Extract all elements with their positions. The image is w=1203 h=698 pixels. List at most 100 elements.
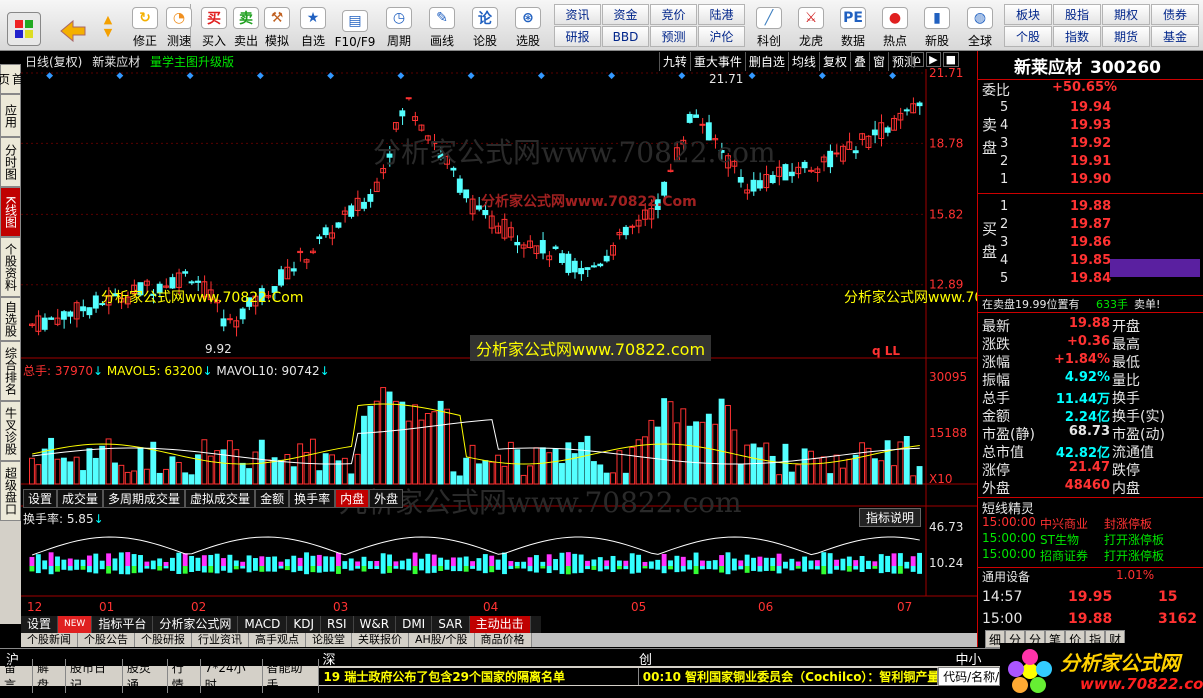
sell-level-row[interactable]: 4 19.93 [978, 118, 1203, 136]
left-tab[interactable]: 应用 [0, 94, 21, 137]
buy-level-row[interactable]: 3 19.86 [978, 235, 1203, 253]
left-tab[interactable]: 综合排名 [0, 341, 21, 401]
status-button[interactable]: 股市日记 [66, 659, 123, 693]
self-button[interactable]: ★ 自选 [294, 3, 332, 49]
quick-link[interactable]: 研报 [554, 26, 601, 47]
indicator-tab[interactable]: 主动出击 [469, 616, 531, 633]
quick-link[interactable]: 资讯 [554, 4, 601, 25]
chart-tool[interactable]: 窗 [868, 52, 888, 71]
close-icon[interactable]: ■ [942, 52, 959, 67]
market-link[interactable]: 基金 [1151, 26, 1199, 47]
up-down-button[interactable]: ▲ ▼ [94, 3, 122, 49]
chart-indicator-name[interactable]: 量学主图升级版 [150, 55, 234, 69]
volume-tab[interactable]: 金额 [255, 489, 290, 508]
back-button[interactable] [56, 3, 90, 49]
longhu-button[interactable]: ⚔ 龙虎 [791, 3, 831, 49]
left-tab[interactable]: 个股资料 [0, 237, 21, 297]
volume-tab[interactable]: 内盘 [335, 489, 370, 508]
indicator-tab[interactable]: NEW [58, 616, 93, 633]
draw-button[interactable]: ✎ 画线 [423, 3, 461, 49]
kline-chart-area[interactable]: 21.71 18.78 15.82 12.89 ◆ ◆ ◆ ◆ ◆ ◆ ◆ ◆ ◆ ◆ ◆ ◆ ◆ 21.71 9.… [21, 51, 1046, 622]
indicator-tab[interactable]: 设置 [21, 616, 59, 633]
market-link[interactable]: 指数 [1053, 26, 1101, 47]
status-button[interactable]: 留言 [0, 659, 33, 693]
kechuang-button[interactable]: ╱ 科创 [749, 3, 789, 49]
sell-level-row[interactable]: 3 19.92 [978, 136, 1203, 154]
quick-link[interactable]: 陆港 [698, 4, 745, 25]
sector-row[interactable]: 通用设备 1.01% [978, 567, 1203, 585]
pick-button[interactable]: ⊛ 选股 [509, 3, 547, 49]
indicator-help-button[interactable]: 指标说明 [859, 508, 922, 527]
data-button[interactable]: PE 数据 [833, 3, 873, 49]
quick-link[interactable]: 预测 [650, 26, 697, 47]
news-tab[interactable]: 个股公告 [78, 633, 135, 647]
sell-level-row[interactable]: 5 19.94 [978, 100, 1203, 118]
hot-button[interactable]: ● 热点 [875, 3, 915, 49]
quick-link[interactable]: BBD [602, 26, 649, 47]
market-link[interactable]: 债券 [1151, 4, 1199, 25]
status-button[interactable]: 行情 [168, 659, 201, 693]
news-ticker-1[interactable]: 19 瑞士政府公布了包含29个国家的隔离名单 [319, 667, 639, 685]
market-link[interactable]: 板块 [1004, 4, 1052, 25]
zx-index[interactable]: 中小板 [949, 649, 1000, 687]
lunguo-button[interactable]: 论论股 [466, 3, 504, 49]
left-tab[interactable]: 超级盘口 [0, 461, 21, 521]
volume-tab[interactable]: 换手率 [289, 489, 336, 508]
indicator-tab[interactable]: 分析家公式网 [153, 616, 239, 633]
code-search-input[interactable]: 代码/名称/简拼 [938, 666, 1001, 686]
market-link[interactable]: 期货 [1102, 26, 1150, 47]
volume-tab[interactable]: 成交量 [57, 489, 104, 508]
indicator-tab[interactable]: DMI [396, 616, 433, 633]
indicator-tab[interactable]: MACD [238, 616, 288, 633]
sell-level-row[interactable]: 1 19.90 [978, 172, 1203, 190]
market-link[interactable]: 股指 [1053, 4, 1101, 25]
short-spirit-item[interactable]: 15:00:00 招商证券 打开涨停板 [978, 547, 1203, 565]
indicator-tab[interactable]: SAR [432, 616, 470, 633]
left-tab[interactable]: 牛叉诊股 [0, 401, 21, 461]
left-tab[interactable]: 首页 [0, 64, 25, 94]
status-button[interactable]: 7*24小时 [201, 659, 263, 693]
news-ticker-2[interactable]: 00:10 智利国家铜业委员会（Cochilco）：智利铜产量 [638, 667, 939, 685]
news-tab[interactable]: 关联报价 [352, 633, 409, 647]
sell-level-row[interactable]: 2 19.91 [978, 154, 1203, 172]
chart-tool[interactable]: 删自选 [744, 52, 788, 71]
volume-tab[interactable]: 虚拟成交量 [185, 489, 256, 508]
global-button[interactable]: ◍ 全球 [960, 3, 1000, 49]
sz-index[interactable]: 深 [316, 649, 632, 668]
news-tab[interactable]: 个股新闻 [21, 633, 78, 647]
market-link[interactable]: 个股 [1004, 26, 1052, 47]
buy-level-row[interactable]: 2 19.87 [978, 217, 1203, 235]
cy-index[interactable]: 创 [633, 649, 949, 668]
news-tab[interactable]: 论股堂 [306, 633, 352, 647]
news-tab[interactable]: 个股研报 [135, 633, 192, 647]
left-tab[interactable]: 分时图 [0, 137, 21, 187]
left-tab[interactable]: 自选股 [0, 297, 21, 341]
status-button[interactable]: 智能助手 [263, 659, 320, 693]
indicator-tab[interactable]: KDJ [287, 616, 322, 633]
sim-button[interactable]: ⚒ 模拟 [258, 3, 296, 49]
quick-link[interactable]: 沪伦 [698, 26, 745, 47]
chart-tool[interactable]: 均线 [787, 52, 819, 71]
volume-tab[interactable]: 设置 [23, 489, 58, 508]
chart-tool[interactable]: 重大事件 [689, 52, 745, 71]
status-button[interactable]: 股灵通 [123, 659, 168, 693]
chart-tool[interactable]: 九转 [658, 52, 690, 71]
news-tab[interactable]: 高手观点 [249, 633, 306, 647]
indicator-tab[interactable]: 指标平台 [92, 616, 154, 633]
home-icon[interactable]: ⌂ [911, 52, 925, 67]
quick-link[interactable]: 资金 [602, 4, 649, 25]
news-tab[interactable]: AH股/个股 [409, 633, 475, 647]
chart-tool[interactable]: 复权 [818, 52, 850, 71]
chart-tool[interactable]: 叠 [849, 52, 869, 71]
volume-tab[interactable]: 外盘 [369, 489, 404, 508]
buy-level-row[interactable]: 1 19.88 [978, 199, 1203, 217]
market-link[interactable]: 期权 [1102, 4, 1150, 25]
left-tab[interactable]: K线图 [0, 187, 21, 237]
indicator-tab[interactable]: W&R [354, 616, 397, 633]
quick-link[interactable]: 竞价 [650, 4, 697, 25]
app-logo-icon[interactable] [4, 3, 44, 49]
period-button[interactable]: ◷ 周期 [380, 3, 418, 49]
newstock-button[interactable]: ▮ 新股 [917, 3, 957, 49]
news-tab[interactable]: 商品价格 [474, 633, 532, 647]
indicator-tab[interactable]: RSI [321, 616, 354, 633]
